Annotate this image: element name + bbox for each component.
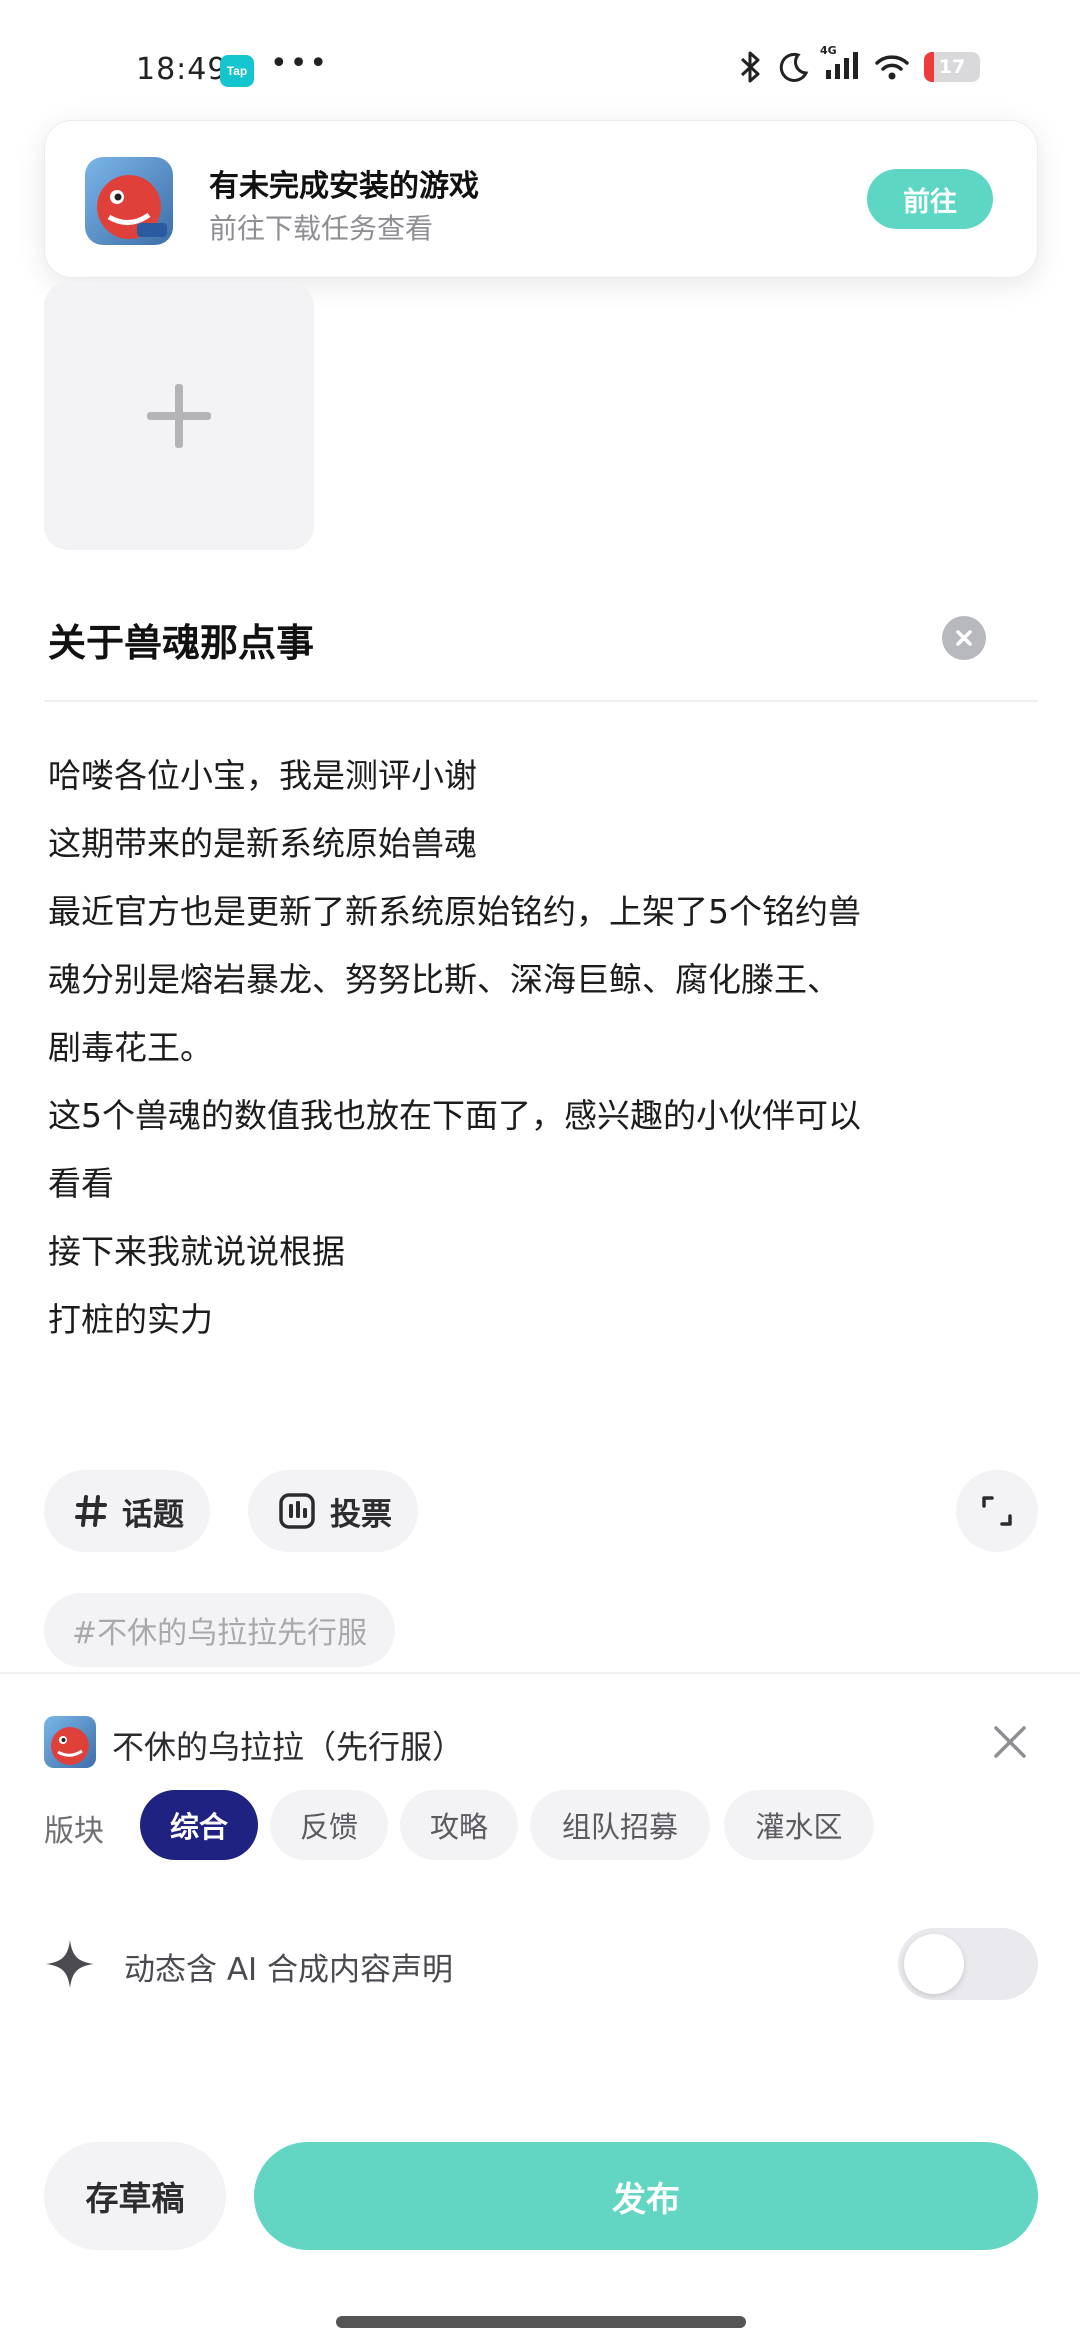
- status-icons: 4G 17: [738, 44, 980, 84]
- close-icon: [994, 1726, 1026, 1758]
- close-icon: [956, 630, 972, 646]
- vote-button[interactable]: 投票: [248, 1470, 418, 1552]
- tap-app-badge: Tap: [220, 55, 254, 87]
- board-option-general[interactable]: 综合: [140, 1790, 258, 1860]
- ai-declaration-label: 动态含 AI 合成内容声明: [124, 1952, 454, 1988]
- add-image-button[interactable]: [44, 282, 314, 550]
- battery-level: 17: [938, 56, 966, 78]
- wifi-icon: [875, 55, 909, 80]
- plus-icon: [147, 384, 211, 448]
- body-line: 哈喽各位小宝，我是测评小谢: [48, 756, 477, 795]
- expand-editor-button[interactable]: [956, 1470, 1038, 1552]
- bluetooth-icon: [740, 51, 760, 83]
- post-title-input[interactable]: 关于兽魂那点事: [48, 612, 314, 667]
- battery-icon: 17: [924, 52, 980, 82]
- go-to-downloads-button[interactable]: 前往: [867, 169, 993, 229]
- install-notification-banner[interactable]: 有未完成安装的游戏 前往下载任务查看 前往: [44, 120, 1038, 278]
- board-option-team-recruit[interactable]: 组队招募: [530, 1790, 710, 1860]
- banner-title: 有未完成安装的游戏: [209, 169, 479, 204]
- title-divider: [44, 700, 1038, 702]
- topic-label: 话题: [122, 1496, 184, 1533]
- save-draft-button[interactable]: 存草稿: [44, 2142, 226, 2250]
- vote-label: 投票: [330, 1496, 392, 1533]
- home-indicator[interactable]: [336, 2316, 746, 2328]
- board-label: 版块: [44, 1814, 104, 1849]
- game-tag-chip[interactable]: #不休的乌拉拉先行服: [44, 1593, 396, 1667]
- expand-icon: [982, 1496, 1012, 1526]
- post-body-editor[interactable]: 哈喽各位小宝，我是测评小谢 这期带来的是新系统原始兽魂 最近官方也是更新了新系统…: [48, 742, 1038, 1354]
- board-option-chat[interactable]: 灌水区: [724, 1790, 874, 1860]
- banner-subtitle: 前往下载任务查看: [209, 212, 434, 245]
- cellular-signal: 4G: [820, 44, 860, 84]
- body-line: 这期带来的是新系统原始兽魂: [48, 824, 477, 863]
- poll-icon: [279, 1493, 315, 1529]
- body-line: 打桩的实力: [48, 1300, 213, 1339]
- toggle-knob: [904, 1934, 964, 1994]
- topic-button[interactable]: 话题: [44, 1470, 210, 1552]
- clear-title-button[interactable]: [942, 616, 986, 660]
- do-not-disturb-moon-icon: [779, 52, 809, 82]
- network-type-label: 4G: [820, 44, 837, 57]
- board-option-feedback[interactable]: 反馈: [270, 1790, 388, 1860]
- ai-declaration-toggle[interactable]: [898, 1928, 1038, 2000]
- board-option-guide[interactable]: 攻略: [400, 1790, 518, 1860]
- body-line: 剧毒花王。: [48, 1028, 213, 1067]
- section-divider: [0, 1672, 1080, 1674]
- hashtag-icon: [75, 1495, 107, 1527]
- game-name[interactable]: 不休的乌拉拉（先行服）: [112, 1722, 464, 1768]
- remove-game-button[interactable]: [988, 1720, 1032, 1764]
- game-icon: [44, 1716, 96, 1768]
- body-line: 最近官方也是更新了新系统原始铭约，上架了5个铭约兽: [48, 892, 861, 931]
- status-time: 18:49: [136, 52, 228, 87]
- status-bar: 18:49 Tap ••• 4G 17: [0, 0, 1080, 140]
- body-line: 看看: [48, 1164, 114, 1203]
- body-line: 接下来我就说说根据: [48, 1232, 345, 1271]
- publish-button[interactable]: 发布: [254, 2142, 1038, 2250]
- body-line: 这5个兽魂的数值我也放在下面了，感兴趣的小伙伴可以: [48, 1096, 861, 1135]
- sparkle-icon: [46, 1940, 94, 1988]
- more-notifications-icon: •••: [270, 46, 330, 81]
- game-app-icon: [85, 157, 173, 245]
- body-line: 魂分别是熔岩暴龙、努努比斯、深海巨鲸、腐化滕王、: [48, 960, 840, 999]
